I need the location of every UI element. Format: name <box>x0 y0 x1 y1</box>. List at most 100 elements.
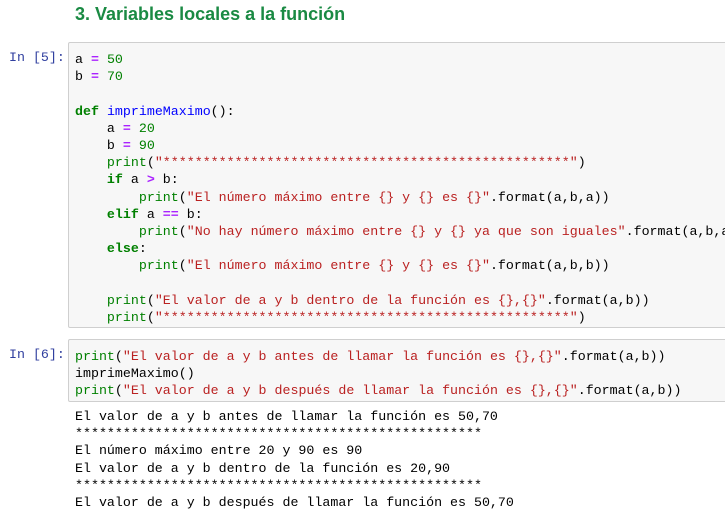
code-line: elif a == b: <box>75 206 725 223</box>
code-token: = <box>90 52 99 67</box>
code-token: imprimeMaximo <box>106 103 211 119</box>
cell-prompt-6: In [6]: <box>9 347 65 362</box>
code-token: ( <box>114 383 123 399</box>
code-token: elif <box>106 206 139 222</box>
code-token: print <box>138 224 179 240</box>
code-token: .format(a,b)) <box>545 292 650 308</box>
code-token: "El número máximo entre {} y {} es {}" <box>186 258 490 274</box>
output-line: El valor de a y b antes de llamar la fun… <box>75 409 498 424</box>
code-line: if a > b: <box>75 171 725 188</box>
code-token: : <box>138 241 147 257</box>
code-token: b: <box>178 206 203 222</box>
code-token: .format(a,b)) <box>561 349 666 364</box>
code-line: print("*********************************… <box>75 309 725 326</box>
output-line: ****************************************… <box>75 426 482 442</box>
code-token: print <box>106 155 147 171</box>
code-line: print("El valor de a y b antes de llamar… <box>75 348 681 365</box>
code-token: "El valor de a y b dentro de la función … <box>154 292 546 308</box>
code-token: "El número máximo entre {} y {} es {}" <box>186 189 490 205</box>
code-token: "***************************************… <box>154 310 578 326</box>
code-token: .format(a,b,b)) <box>489 258 610 274</box>
code-token: "El valor de a y b después de llamar la … <box>122 383 578 399</box>
code-cell-5[interactable]: a = 50 b = 70 def imprimeMaximo(): a = 20… <box>68 42 725 328</box>
code-token: 70 <box>106 69 123 85</box>
code-token: ( <box>178 189 187 205</box>
code-line: b = 90 <box>75 137 725 154</box>
code-line: def imprimeMaximo(): <box>75 103 725 120</box>
code-line: print("No hay número máximo entre {} y {… <box>75 223 725 240</box>
cell-output: El valor de a y b antes de llamar la fun… <box>75 408 514 511</box>
code-token: print <box>106 310 147 326</box>
code-line: a = 50 <box>75 51 725 68</box>
code-line: imprimeMaximo() <box>75 365 681 382</box>
code-line: print("El valor de a y b después de llam… <box>75 382 681 399</box>
code-token: ( <box>114 349 123 364</box>
cell-prompt-5: In [5]: <box>9 50 65 65</box>
code-token: ( <box>146 155 155 171</box>
code-token: "El valor de a y b antes de llamar la fu… <box>122 349 562 364</box>
output-line: El valor de a y b después de llamar la f… <box>75 495 514 511</box>
code-line: print("El número máximo entre {} y {} es… <box>75 257 725 274</box>
code-token: imprimeMaximo() <box>75 366 195 382</box>
code-token: a <box>122 172 147 188</box>
code-token: ( <box>146 292 155 308</box>
code-line: else: <box>75 240 725 257</box>
code-token: if <box>106 172 123 188</box>
code-token: ( <box>146 310 155 326</box>
code-token: = <box>90 69 99 85</box>
code-line: print("*********************************… <box>75 154 725 171</box>
code-line: b = 70 <box>75 68 725 85</box>
code-line: print("El número máximo entre {} y {} es… <box>75 189 725 206</box>
code-token: .format(a,b,a)) <box>489 189 610 205</box>
code-token: a <box>75 52 91 67</box>
code-token: = <box>122 120 131 136</box>
output-line: ****************************************… <box>75 477 482 493</box>
output-line: El valor de a y b dentro de la función e… <box>75 460 451 476</box>
code-token: a <box>75 120 123 136</box>
code-cell-6[interactable]: print("El valor de a y b antes de llamar… <box>68 339 725 402</box>
code-token: print <box>138 258 179 274</box>
code-token: 20 <box>138 120 155 136</box>
code-token: print <box>138 189 179 205</box>
code-token: .format(a,b,a)) <box>625 224 725 240</box>
code-editor[interactable]: a = 50 b = 70 def imprimeMaximo(): a = 20… <box>75 51 725 326</box>
code-token: ( <box>178 224 187 240</box>
code-token: b <box>75 69 91 85</box>
code-token: 90 <box>138 138 155 154</box>
code-token: "No hay número máximo entre {} y {} ya q… <box>186 224 626 240</box>
code-token: print <box>106 292 147 308</box>
code-token: ( <box>178 258 187 274</box>
code-token: a <box>138 206 163 222</box>
code-token: > <box>146 172 155 188</box>
code-token: .format(a,b)) <box>577 383 682 399</box>
code-token: ) <box>577 310 586 326</box>
code-token: b <box>75 138 123 154</box>
code-line: print("El valor de a y b dentro de la fu… <box>75 292 725 309</box>
code-token: def <box>75 103 99 119</box>
code-token: == <box>162 206 179 222</box>
code-token: ) <box>577 155 586 171</box>
output-line: El número máximo entre 20 y 90 es 90 <box>75 443 363 459</box>
code-token: else <box>106 241 139 257</box>
code-token: (): <box>210 103 235 119</box>
code-line: a = 20 <box>75 120 725 137</box>
section-heading: 3. Variables locales a la función <box>75 4 346 24</box>
code-token: print <box>75 349 115 364</box>
code-editor[interactable]: print("El valor de a y b antes de llamar… <box>75 348 681 400</box>
